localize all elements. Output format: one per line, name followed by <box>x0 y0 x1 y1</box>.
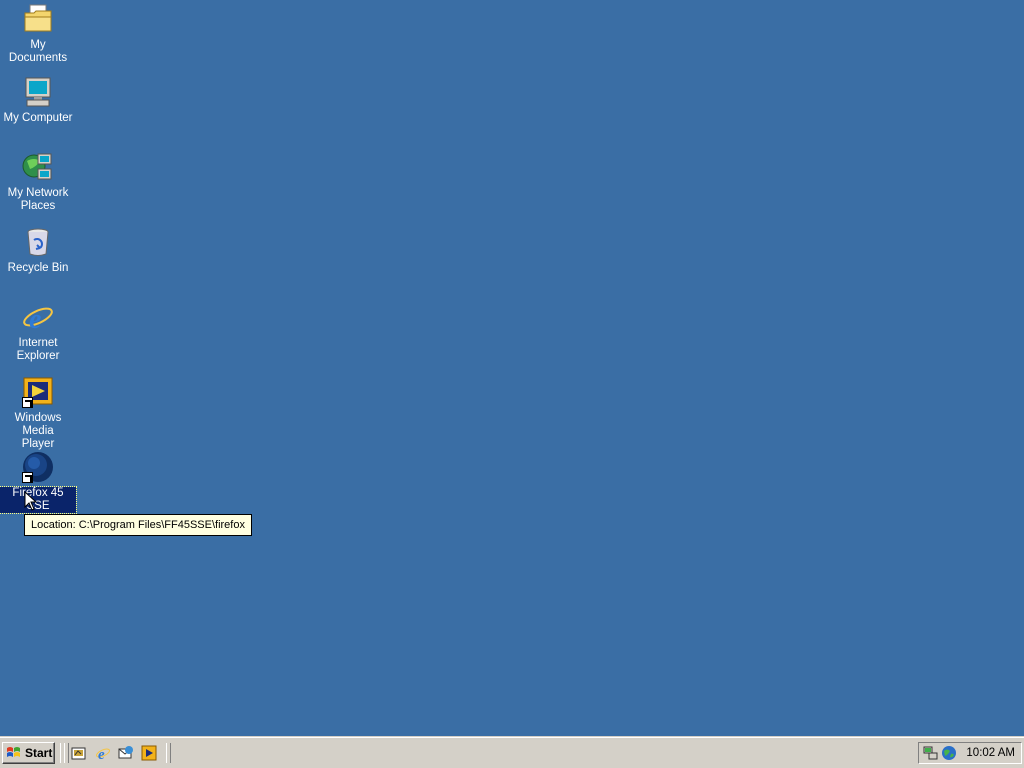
desktop-icon-label: Firefox 45 SSE <box>0 486 77 514</box>
globe-icon[interactable] <box>941 745 957 761</box>
desktop-icon-my-network-places[interactable]: My Network Places <box>0 151 76 213</box>
network-connection-icon[interactable] <box>923 745 939 761</box>
desktop-icon-firefox-45-sse[interactable]: Firefox 45 SSE <box>0 451 77 514</box>
internet-explorer-icon: e <box>22 301 54 335</box>
desktop-icon-label: Windows Media Player <box>14 412 62 450</box>
toolbar-grip[interactable] <box>166 743 171 763</box>
desktop-icon-windows-media-player[interactable]: Windows Media Player <box>0 376 76 451</box>
desktop-icon-label: My Computer <box>3 112 73 124</box>
tooltip: Location: C:\Program Files\FF45SSE\firef… <box>24 514 252 536</box>
shortcut-arrow-icon <box>22 472 33 483</box>
windows-media-player-icon <box>22 376 54 408</box>
taskbar: Start e 10:02 AM <box>0 737 1024 768</box>
outlook-express-icon[interactable] <box>117 744 135 762</box>
show-desktop-icon[interactable] <box>70 744 88 762</box>
desktop-icon-label: My Documents <box>8 39 68 64</box>
desktop-icon-internet-explorer[interactable]: e Internet Explorer <box>0 301 76 363</box>
system-tray: 10:02 AM <box>918 742 1022 764</box>
windows-media-player-icon[interactable] <box>140 744 158 762</box>
clock[interactable]: 10:02 AM <box>966 747 1015 759</box>
desktop[interactable]: My Documents My Computer My Network Plac… <box>0 0 1024 738</box>
svg-text:e: e <box>98 747 105 761</box>
folder-icon <box>22 3 54 35</box>
internet-explorer-icon[interactable]: e <box>94 744 112 762</box>
toolbar-grip[interactable] <box>64 743 69 763</box>
shortcut-arrow-icon <box>22 397 33 408</box>
start-button[interactable]: Start <box>2 742 55 764</box>
svg-text:e: e <box>29 304 41 333</box>
desktop-icon-label: Internet Explorer <box>16 337 60 362</box>
windows-logo-icon <box>6 746 22 760</box>
desktop-icon-recycle-bin[interactable]: Recycle Bin <box>0 226 76 275</box>
start-label: Start <box>25 746 53 760</box>
mouse-cursor-icon <box>24 490 38 511</box>
desktop-icon-my-documents[interactable]: My Documents <box>0 3 76 65</box>
recycle-bin-icon <box>22 226 54 258</box>
desktop-icon-label: Recycle Bin <box>7 262 69 274</box>
desktop-icon-label: My Network Places <box>7 187 69 212</box>
desktop-icon-my-computer[interactable]: My Computer <box>0 76 76 125</box>
computer-icon <box>22 76 54 108</box>
network-places-icon <box>22 151 54 183</box>
firefox-icon <box>22 451 54 483</box>
